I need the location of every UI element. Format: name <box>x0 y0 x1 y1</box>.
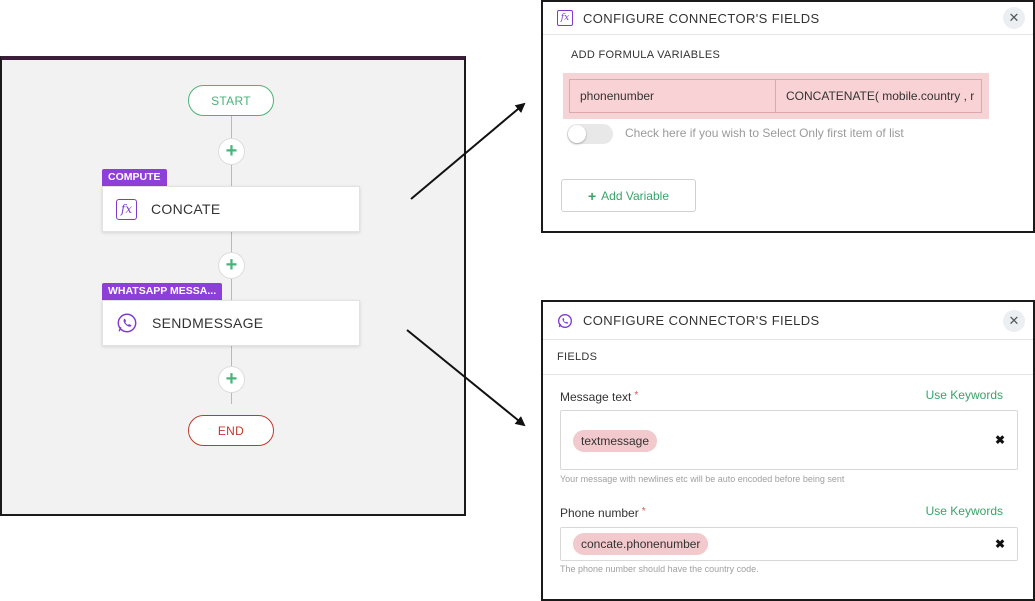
fx-icon: fx <box>557 10 573 26</box>
section-label: ADD FORMULA VARIABLES <box>571 49 721 61</box>
compute-tag: COMPUTE <box>102 169 167 186</box>
add-step-button[interactable]: + <box>218 366 245 393</box>
keyword-chip[interactable]: concate.phonenumber <box>573 533 709 555</box>
add-variable-label: Add Variable <box>601 188 669 203</box>
phone-number-label: Phone number * <box>560 506 646 520</box>
required-mark: * <box>634 390 639 401</box>
concate-node[interactable]: fx CONCATE <box>102 186 360 232</box>
whatsapp-tag: WHATSAPP MESSA... <box>102 283 223 300</box>
formula-config-panel: fx CONFIGURE CONNECTOR'S FIELDS ✕ ADD FO… <box>541 0 1035 233</box>
node-label: CONCATE <box>151 201 221 217</box>
field-hint: Your message with newlines etc will be a… <box>560 474 845 484</box>
plus-icon: + <box>587 187 597 204</box>
variable-row: phonenumber CONCATENATE( mobile.country … <box>563 73 989 119</box>
fx-icon: fx <box>116 198 137 220</box>
variable-formula-input[interactable]: CONCATENATE( mobile.country , r <box>776 79 982 113</box>
add-variable-button[interactable]: + Add Variable <box>561 179 696 212</box>
message-text-label: Message text * <box>560 390 639 404</box>
use-keywords-link[interactable]: Use Keywords <box>926 504 1003 518</box>
panel-header: fx CONFIGURE CONNECTOR'S FIELDS ✕ <box>543 2 1033 35</box>
message-text-field[interactable]: textmessage ✖ <box>560 410 1018 470</box>
add-step-button[interactable]: + <box>218 138 245 165</box>
divider <box>543 374 1033 375</box>
use-keywords-link[interactable]: Use Keywords <box>926 388 1003 402</box>
node-label: SENDMESSAGE <box>152 315 264 331</box>
panel-header: CONFIGURE CONNECTOR'S FIELDS ✕ <box>543 302 1033 340</box>
keyword-chip[interactable]: textmessage <box>573 430 658 452</box>
end-node[interactable]: END <box>188 415 274 446</box>
close-button[interactable]: ✕ <box>1003 310 1025 332</box>
add-step-button[interactable]: + <box>218 252 245 279</box>
clear-icon[interactable]: ✖ <box>995 433 1005 447</box>
sendmessage-node[interactable]: SENDMESSAGE <box>102 300 360 346</box>
section-label: FIELDS <box>557 351 598 363</box>
toggle-label: Check here if you wish to Select Only fi… <box>625 126 904 140</box>
whatsapp-icon <box>117 313 137 333</box>
required-mark: * <box>641 506 646 517</box>
whatsapp-icon <box>558 313 572 328</box>
variable-name-input[interactable]: phonenumber <box>569 79 776 113</box>
start-node[interactable]: START <box>188 85 274 116</box>
field-hint: The phone number should have the country… <box>560 564 759 574</box>
toggle-knob <box>568 125 586 143</box>
flow-canvas: START + COMPUTE fx CONCATE + WHATSAPP ME… <box>0 56 466 516</box>
first-item-toggle[interactable] <box>567 124 613 144</box>
whatsapp-config-panel: CONFIGURE CONNECTOR'S FIELDS ✕ FIELDS Me… <box>541 300 1035 601</box>
panel-title: CONFIGURE CONNECTOR'S FIELDS <box>583 10 820 26</box>
close-button[interactable]: ✕ <box>1003 7 1025 29</box>
panel-title: CONFIGURE CONNECTOR'S FIELDS <box>583 313 820 328</box>
phone-number-field[interactable]: concate.phonenumber ✖ <box>560 527 1018 561</box>
clear-icon[interactable]: ✖ <box>995 537 1005 551</box>
